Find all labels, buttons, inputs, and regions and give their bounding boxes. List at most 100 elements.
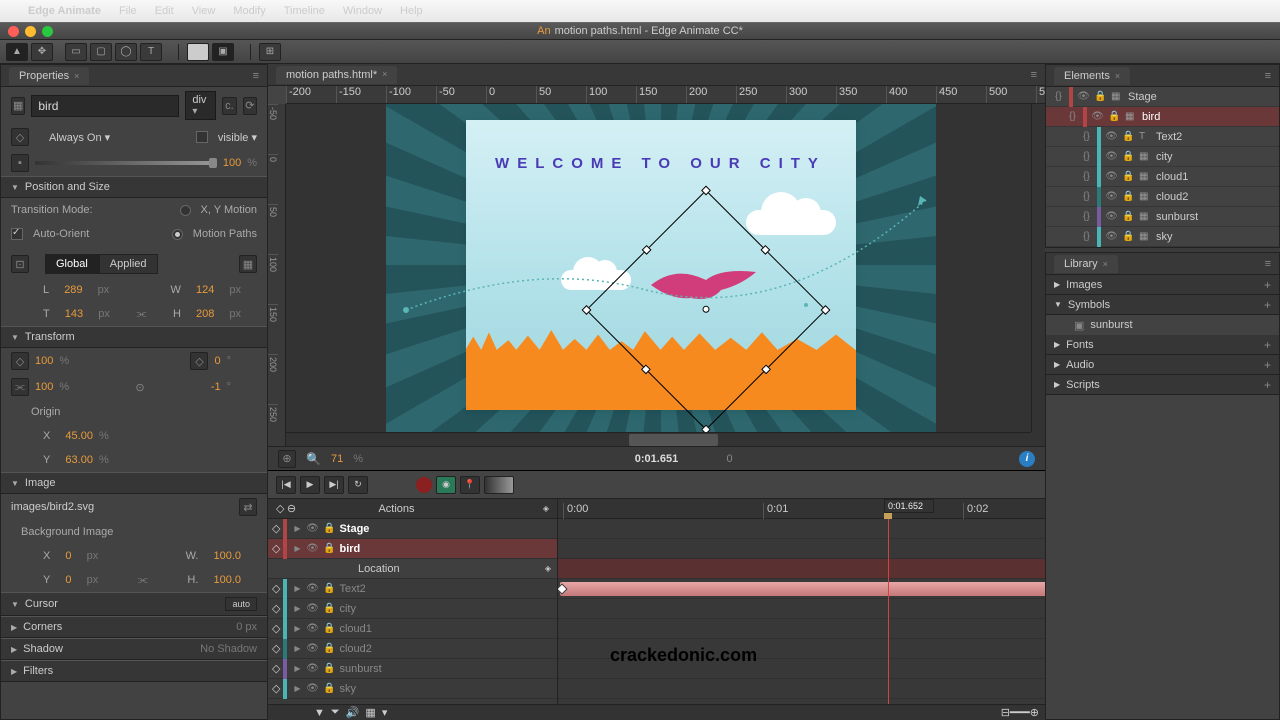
layout-preset-icon[interactable]: ▦ xyxy=(239,255,257,273)
skew-x-value[interactable]: 0 xyxy=(214,355,220,367)
scale-x-kf-icon[interactable]: ◇ xyxy=(11,352,29,370)
lib-scripts-section[interactable]: ▶Scripts+ xyxy=(1046,375,1279,395)
minimize-window-button[interactable] xyxy=(25,26,36,37)
add-audio-icon[interactable]: + xyxy=(1264,358,1271,372)
zoom-icon[interactable]: 🔍 xyxy=(306,452,321,466)
bg-w-value[interactable]: 100.0 xyxy=(213,550,241,562)
auto-orient-checkbox[interactable] xyxy=(11,228,23,240)
scale-x-value[interactable]: 100 xyxy=(35,355,53,367)
current-time[interactable]: 0:01.651 xyxy=(635,453,678,465)
corners-section[interactable]: ▶Corners0 px xyxy=(1,616,267,638)
element-row-cloud2[interactable]: {}👁🔒▦cloud2 xyxy=(1046,187,1279,207)
menu-modify[interactable]: Modify xyxy=(233,5,265,17)
stage-panel-menu-icon[interactable]: ≡ xyxy=(1031,69,1037,81)
go-to-start-button[interactable]: |◀ xyxy=(276,476,296,494)
elements-tab[interactable]: Elements× xyxy=(1054,67,1130,85)
selection-tool[interactable]: ▲ xyxy=(6,43,28,61)
lib-symbol-item[interactable]: ▣sunburst xyxy=(1046,315,1279,335)
menu-help[interactable]: Help xyxy=(400,5,423,17)
play-button[interactable]: ▶ xyxy=(300,476,320,494)
timeline-track-stage[interactable]: ◇▶👁🔒Stage xyxy=(268,519,557,539)
location-keyframe-bar[interactable] xyxy=(560,582,1045,596)
class-icon[interactable]: c. xyxy=(222,97,236,115)
opacity-slider-thumb[interactable] xyxy=(209,158,217,168)
ellipse-tool[interactable]: ◯ xyxy=(115,43,137,61)
zoom-window-button[interactable] xyxy=(42,26,53,37)
stage-h-scrollbar[interactable] xyxy=(286,432,1031,446)
element-type-icon[interactable]: ▦ xyxy=(11,97,25,115)
snapping-icon[interactable]: 🔊 xyxy=(346,706,360,719)
element-row-sunburst[interactable]: {}👁🔒▦sunburst xyxy=(1046,207,1279,227)
zoom-value[interactable]: 71 xyxy=(331,453,343,465)
panel-menu-icon[interactable]: ≡ xyxy=(253,70,259,82)
border-color-swatch[interactable]: ▣ xyxy=(212,43,234,61)
zoom-timeline-icon[interactable]: ⊟━━━⊕ xyxy=(1001,706,1039,719)
timeline-track-sky[interactable]: ◇▶👁🔒sky xyxy=(268,679,557,699)
easing-button[interactable] xyxy=(484,476,514,494)
timeline-track-cloud2[interactable]: ◇▶👁🔒cloud2 xyxy=(268,639,557,659)
menu-window[interactable]: Window xyxy=(343,5,382,17)
library-tab[interactable]: Library× xyxy=(1054,255,1118,273)
shadow-section[interactable]: ▶ShadowNo Shadow xyxy=(1,638,267,660)
transform-tool[interactable]: ✥ xyxy=(31,43,53,61)
filters-section[interactable]: ▶Filters xyxy=(1,660,267,682)
timeline-track-city[interactable]: ◇▶👁🔒city xyxy=(268,599,557,619)
left-value[interactable]: 289 xyxy=(64,284,82,296)
pin-button[interactable]: 📍 xyxy=(460,476,480,494)
roundrect-tool[interactable]: ▢ xyxy=(90,43,112,61)
center-stage-icon[interactable]: ⊕ xyxy=(278,450,296,468)
image-src[interactable]: images/bird2.svg xyxy=(11,501,233,513)
grid-icon[interactable]: ▦ xyxy=(365,706,375,719)
xy-motion-radio[interactable] xyxy=(180,205,191,216)
opacity-value[interactable]: 100 xyxy=(223,157,241,169)
loop-button[interactable]: ↻ xyxy=(348,476,368,494)
close-elements-icon[interactable]: × xyxy=(1115,71,1120,81)
element-tag-select[interactable]: div ▾ xyxy=(185,91,216,120)
auto-transition-button[interactable]: ◉ xyxy=(436,476,456,494)
rect-tool[interactable]: ▭ xyxy=(65,43,87,61)
rotation-value[interactable]: -1 xyxy=(211,381,221,393)
element-row-stage[interactable]: {}👁🔒▦Stage xyxy=(1046,87,1279,107)
add-image-icon[interactable]: + xyxy=(1264,278,1271,292)
bg-color-swatch[interactable] xyxy=(187,43,209,61)
position-size-section[interactable]: ▼Position and Size xyxy=(1,176,267,198)
text-tool[interactable]: T xyxy=(140,43,162,61)
element-row-bird[interactable]: {}👁🔒▦bird xyxy=(1046,107,1279,127)
bird-graphic[interactable] xyxy=(646,260,766,310)
swap-image-icon[interactable]: ⇄ xyxy=(239,498,257,516)
element-row-sky[interactable]: {}👁🔒▦sky xyxy=(1046,227,1279,247)
global-button[interactable]: Global xyxy=(45,254,99,274)
info-icon[interactable]: i xyxy=(1019,451,1035,467)
timeline-track-text2[interactable]: ◇▶👁🔒Text2 xyxy=(268,579,557,599)
filter-icon[interactable]: ⏷ xyxy=(331,706,340,719)
menu-view[interactable]: View xyxy=(192,5,216,17)
timeline-track-bird[interactable]: ◇▶👁🔒bird xyxy=(268,539,557,559)
bg-x-value[interactable]: 0 xyxy=(65,550,71,562)
actions-icon[interactable]: ⟳ xyxy=(243,97,257,115)
skew-x-kf-icon[interactable]: ◇ xyxy=(190,352,208,370)
coord-mode-icon[interactable]: ⊡ xyxy=(11,255,29,273)
menu-file[interactable]: File xyxy=(119,5,137,17)
go-to-end-button[interactable]: ▶| xyxy=(324,476,344,494)
scale-y-value[interactable]: 100 xyxy=(35,381,53,393)
timeline-track-sunburst[interactable]: ◇▶👁🔒sunburst xyxy=(268,659,557,679)
visibility-mode[interactable]: visible ▾ xyxy=(218,131,257,144)
playhead[interactable]: 0:01.652 xyxy=(888,499,889,704)
lib-fonts-section[interactable]: ▶Fonts+ xyxy=(1046,335,1279,355)
height-value[interactable]: 208 xyxy=(196,308,214,320)
close-window-button[interactable] xyxy=(8,26,19,37)
visibility-checkbox[interactable] xyxy=(196,131,208,143)
close-tab-icon[interactable]: × xyxy=(74,71,79,81)
timeline-track-cloud1[interactable]: ◇▶👁🔒cloud1 xyxy=(268,619,557,639)
stage-viewport[interactable]: WELCOME TO OUR CITY xyxy=(286,104,1045,446)
image-section[interactable]: ▼Image xyxy=(1,472,267,494)
add-symbol-icon[interactable]: + xyxy=(1264,298,1271,312)
applied-button[interactable]: Applied xyxy=(99,254,158,274)
width-value[interactable]: 124 xyxy=(196,284,214,296)
cursor-auto-button[interactable]: auto xyxy=(225,597,257,611)
transform-section[interactable]: ▼Transform xyxy=(1,326,267,348)
app-name[interactable]: Edge Animate xyxy=(28,5,101,17)
stage-canvas[interactable]: WELCOME TO OUR CITY xyxy=(466,120,856,410)
library-menu-icon[interactable]: ≡ xyxy=(1265,258,1271,270)
timeline-track-location[interactable]: Location◈ xyxy=(268,559,557,579)
